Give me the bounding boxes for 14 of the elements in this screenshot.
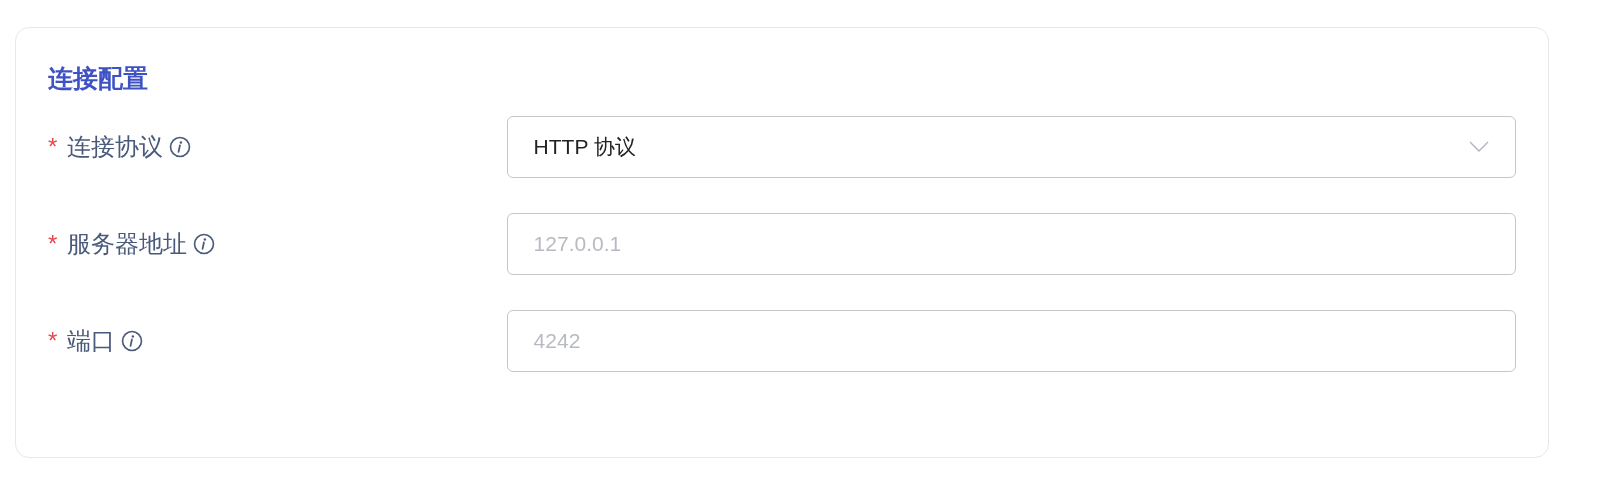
info-icon[interactable]: [121, 330, 144, 352]
input-field[interactable]: 127.0.0.1: [506, 213, 1516, 275]
chevron-down-icon: [1469, 141, 1489, 153]
section-title: 连接配置: [48, 63, 149, 94]
field-label: 端口: [67, 326, 116, 356]
required-mark: *: [48, 133, 58, 161]
required-mark: *: [48, 327, 58, 355]
info-icon[interactable]: [169, 136, 192, 158]
protocol-select[interactable]: HTTP 协议: [506, 116, 1516, 178]
field-label: 服务器地址: [67, 229, 188, 259]
info-icon[interactable]: [193, 233, 216, 255]
required-mark: *: [48, 230, 58, 258]
field-label: 连接协议: [67, 132, 164, 162]
input-field[interactable]: 4242: [506, 310, 1516, 372]
